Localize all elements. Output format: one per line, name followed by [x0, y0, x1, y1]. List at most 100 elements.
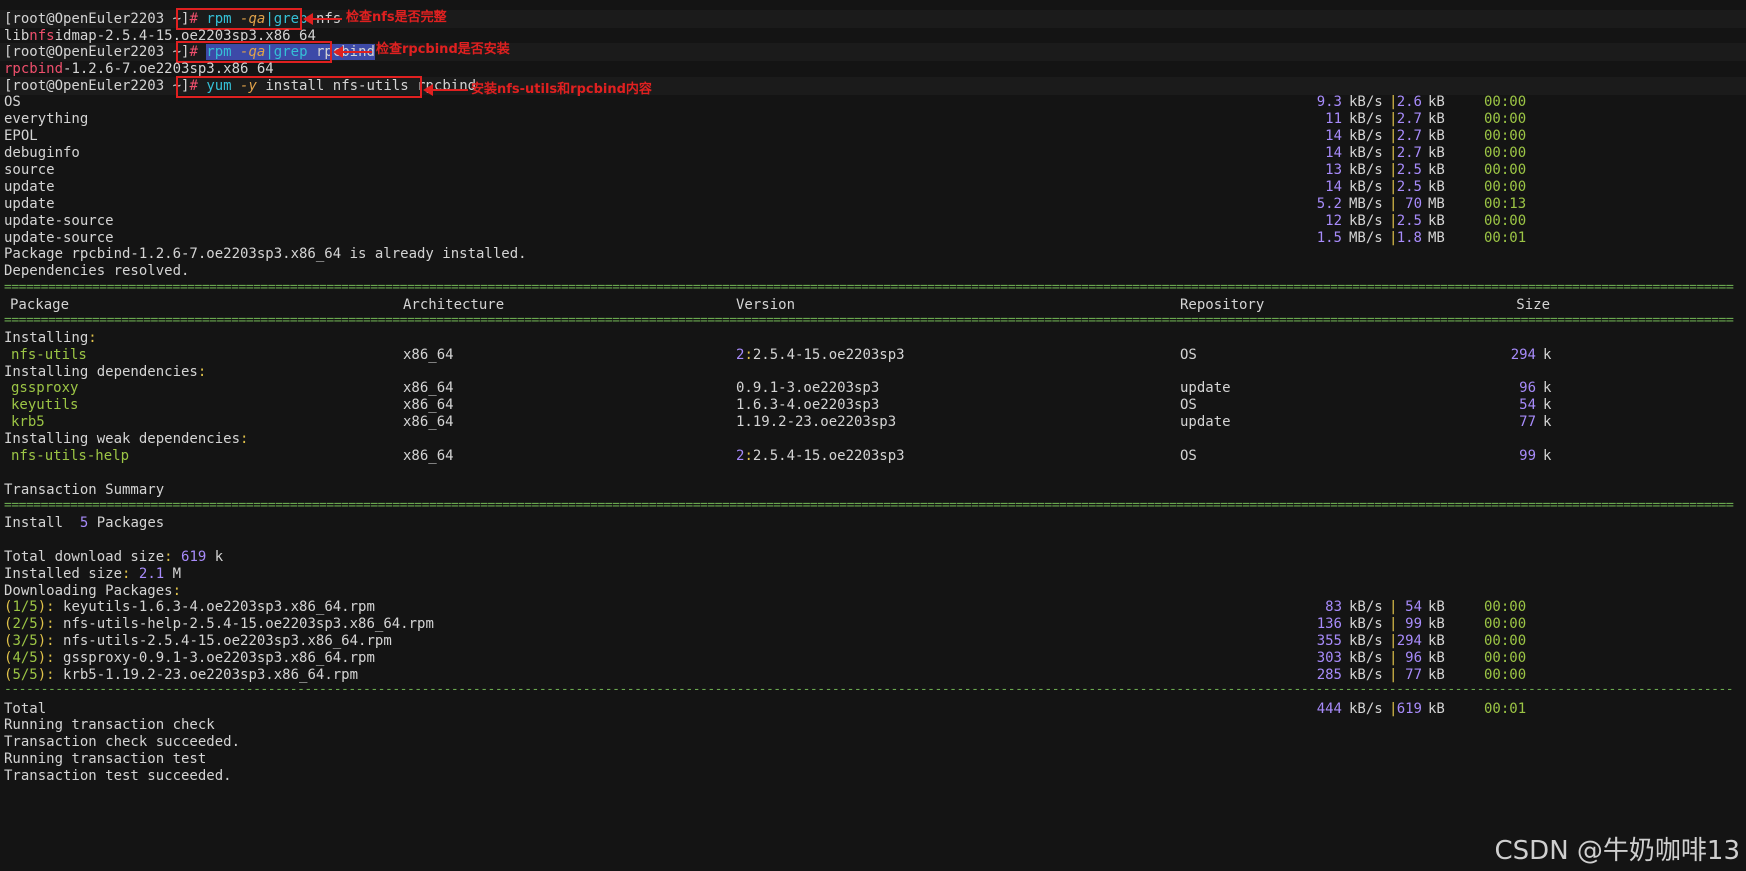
arrowhead-1: [303, 13, 313, 25]
package-version-text: 1.6.3-4.oe2203sp3: [736, 397, 880, 413]
output-match: rpcbind: [4, 61, 64, 77]
download-filename: nfs-utils-help-2.5.4-15.oe2203sp3.x86_64…: [54, 616, 434, 632]
installed-size: Installed size: 2.1 M: [4, 566, 182, 582]
header-version: Version: [736, 297, 796, 313]
repo-speed: 14: [1325, 179, 1342, 195]
repo-size-unit: kB: [1428, 162, 1445, 178]
repo-speed-unit: kB/s: [1349, 162, 1383, 178]
download-size: 96: [1405, 650, 1422, 666]
total-speed: 444: [1316, 701, 1342, 717]
repo-size-unit: kB: [1428, 145, 1445, 161]
package-name: krb5: [11, 414, 45, 430]
header-architecture: Architecture: [403, 297, 505, 313]
download-size-unit: kB: [1428, 616, 1445, 632]
repo-size-unit: MB: [1428, 196, 1445, 212]
download-row: (1/5): keyutils-1.6.3-4.oe2203sp3.x86_64…: [0, 598, 1746, 616]
download-time: 00:00: [1484, 616, 1527, 632]
package-version: 1.19.2-23.oe2203sp3: [736, 413, 896, 431]
section-label: Installing weak dependencies: [4, 431, 241, 447]
repo-size-unit: kB: [1428, 128, 1445, 144]
installed-size-label: Installed size: [4, 566, 123, 582]
repo-speed-unit: kB/s: [1349, 111, 1383, 127]
download-speed: 285: [1316, 667, 1342, 683]
repo-name: OS: [4, 94, 21, 110]
download-time: 00:00: [1484, 650, 1527, 666]
repo-name: update: [4, 196, 55, 212]
download-size: 77: [1405, 667, 1422, 683]
repo-speed: 14: [1325, 128, 1342, 144]
section-installing: Installing:: [4, 330, 97, 346]
section-weak-dependencies: Installing weak dependencies:: [4, 431, 249, 447]
repo-name: debuginfo: [4, 145, 80, 161]
download-filename: krb5-1.19.2-23.oe2203sp3.x86_64.rpm: [54, 667, 359, 683]
total-size: 619: [1396, 701, 1422, 717]
header-size: Size: [1516, 297, 1550, 313]
repo-name: update: [4, 179, 55, 195]
download-speed-unit: kB/s: [1349, 667, 1383, 683]
annotation-arrow-3: [432, 89, 468, 91]
package-name: nfs-utils: [11, 347, 87, 363]
download-speed-unit: kB/s: [1349, 599, 1383, 615]
repo-metadata-row: OS 9.3 kB/s | 2.6 kB 00:00: [0, 93, 1746, 111]
package-size: 77: [1519, 414, 1536, 430]
download-speed-unit: kB/s: [1349, 633, 1383, 649]
repo-speed-unit: kB/s: [1349, 179, 1383, 195]
download-speed: 136: [1316, 616, 1342, 632]
package-version-text: 2.5.4-15.oe2203sp3: [752, 448, 905, 464]
terminal-window[interactable]: [root@OpenEuler2203 ~]# rpm -qa|grep nfs…: [0, 0, 1746, 871]
separator-double: ========================================…: [4, 283, 1734, 293]
transaction-summary-title: Transaction Summary: [4, 482, 165, 498]
download-size-unit: kB: [1428, 650, 1445, 666]
repo-speed-unit: kB/s: [1349, 213, 1383, 229]
package-size-unit: k: [1543, 397, 1552, 413]
repo-size: 2.5: [1396, 213, 1422, 229]
total-size-unit: kB: [1428, 701, 1445, 717]
download-size-unit: kB: [1428, 599, 1445, 615]
download-entry: (2/5): nfs-utils-help-2.5.4-15.oe2203sp3…: [4, 615, 434, 633]
repo-size: 2.7: [1396, 128, 1422, 144]
repo-time: 00:13: [1484, 196, 1527, 212]
arrowhead-2: [333, 46, 343, 58]
repo-speed: 14: [1325, 145, 1342, 161]
package-row: krb5 x86_64 1.19.2-23.oe2203sp3 update 77 k: [0, 413, 1746, 431]
download-speed: 303: [1316, 650, 1342, 666]
package-row: gssproxy x86_64 0.9.1-3.oe2203sp3 update 96 k: [0, 379, 1746, 397]
annotation-text-1: 检查nfs是否完整: [346, 10, 447, 25]
package-name: gssproxy: [11, 380, 79, 396]
repo-time: 00:00: [1484, 145, 1527, 161]
repo-time: 00:00: [1484, 111, 1527, 127]
repo-name: source: [4, 162, 55, 178]
shell-prompt: [root@OpenEuler2203 ~]: [4, 11, 190, 27]
column-separator: |: [1389, 650, 1398, 666]
package-size: 96: [1519, 380, 1536, 396]
paren: ):: [37, 616, 55, 632]
download-index: 4/5: [12, 650, 38, 666]
repo-metadata-row: source 13 kB/s | 2.5 kB 00:00: [0, 161, 1746, 179]
package-version: 0.9.1-3.oe2203sp3: [736, 379, 879, 397]
repo-size: 2.5: [1396, 162, 1422, 178]
paren: ):: [37, 650, 55, 666]
repo-name: everything: [4, 111, 89, 127]
total-download-value: 619: [181, 549, 207, 565]
package-arch: x86_64: [403, 380, 454, 396]
package-size-unit: k: [1543, 380, 1552, 396]
download-speed: 355: [1316, 633, 1342, 649]
download-size: 99: [1405, 616, 1422, 632]
download-row: (3/5): nfs-utils-2.5.4-15.oe2203sp3.x86_…: [0, 632, 1746, 650]
package-version: 2:2.5.4-15.oe2203sp3: [736, 447, 905, 465]
separator-double: ========================================…: [4, 316, 1734, 326]
download-index: 1/5: [12, 599, 38, 615]
epoch-separator: :: [744, 448, 753, 464]
annotation-text-2: 检查rpcbind是否安装: [376, 42, 510, 57]
repo-speed-unit: kB/s: [1349, 94, 1383, 110]
package-size-unit: k: [1543, 448, 1552, 464]
epoch-separator: :: [744, 347, 753, 363]
repo-metadata-row: everything 11 kB/s | 2.7 kB 00:00: [0, 110, 1746, 128]
download-size: 294: [1396, 633, 1422, 649]
column-separator: |: [1389, 196, 1398, 212]
repo-size-unit: kB: [1428, 213, 1445, 229]
dependencies-resolved-message: Dependencies resolved.: [4, 263, 190, 279]
paren: ):: [37, 633, 55, 649]
repo-name: EPOL: [4, 128, 38, 144]
installed-size-value: 2.1: [138, 566, 165, 582]
